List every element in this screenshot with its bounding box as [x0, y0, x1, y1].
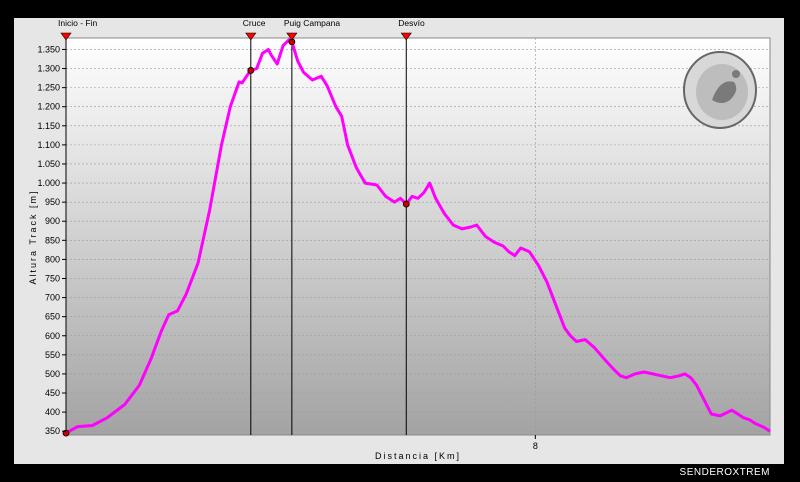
waypoint-label: Cruce: [243, 18, 266, 28]
waypoint-label: Desvío: [398, 18, 425, 28]
y-tick-label: 800: [45, 254, 60, 264]
y-tick-label: 1.350: [37, 44, 60, 54]
credit-text: SENDEROXTREM: [679, 467, 770, 478]
y-tick-label: 550: [45, 350, 60, 360]
y-tick-label: 950: [45, 197, 60, 207]
y-tick-label: 850: [45, 235, 60, 245]
y-tick-label: 1.250: [37, 83, 60, 93]
y-tick-label: 1.100: [37, 140, 60, 150]
y-tick-label: 700: [45, 293, 60, 303]
altitude-profile-chart: 350 400 450 500 550 600 650 700 750 800 850 900 950 1…: [14, 18, 784, 464]
y-tick-label: 900: [45, 216, 60, 226]
y-tick-label: 450: [45, 388, 60, 398]
y-tick-label: 1.050: [37, 159, 60, 169]
y-tick-label: 650: [45, 312, 60, 322]
y-tick-label: 1.150: [37, 121, 60, 131]
waypoint-dot: [247, 67, 255, 74]
y-tick-label: 1.200: [37, 102, 60, 112]
y-tick-label: 600: [45, 331, 60, 341]
x-axis-label: Distancia [Km]: [375, 451, 461, 461]
chart-frame: 350 400 450 500 550 600 650 700 750 800 850 900 950 1…: [0, 0, 800, 482]
y-axis-label: Altura Track [m]: [28, 189, 38, 284]
y-tick-label: 500: [45, 369, 60, 379]
y-tick-label: 350: [45, 426, 60, 436]
y-tick-label: 1.000: [37, 178, 60, 188]
y-tick-label: 400: [45, 407, 60, 417]
waypoint-label: Inicio - Fin: [58, 18, 97, 28]
logo-icon: [683, 51, 757, 129]
y-tick-label: 1.300: [37, 64, 60, 74]
x-tick-label: 8: [533, 441, 538, 451]
waypoint-dot: [402, 200, 410, 208]
y-tick-label: 750: [45, 273, 60, 283]
waypoint-label: Puig Campana: [284, 18, 341, 28]
